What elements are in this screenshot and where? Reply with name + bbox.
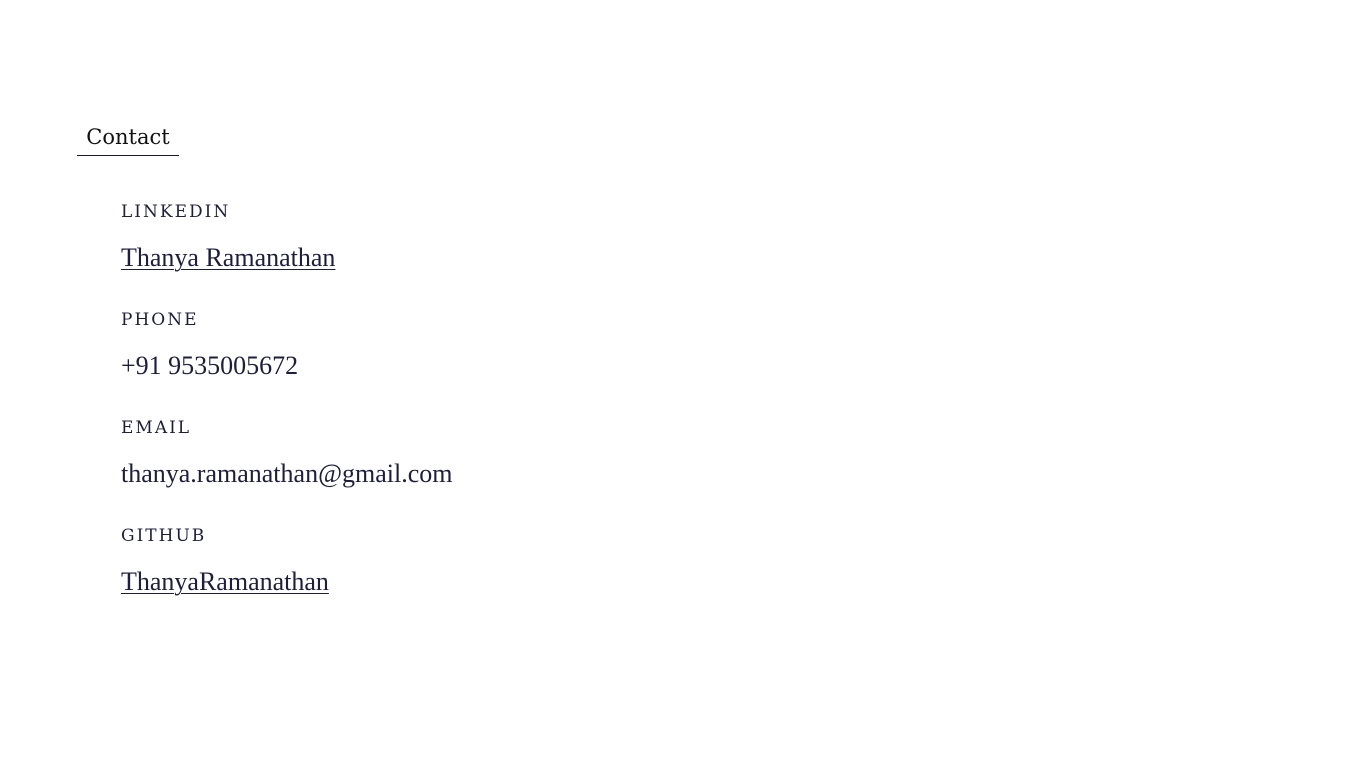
contact-item-phone: PHONE +91 9535005672 [121, 306, 453, 386]
email-value: thanya.ramanathan@gmail.com [121, 459, 453, 488]
linkedin-link[interactable]: Thanya Ramanathan [121, 243, 335, 272]
email-label: EMAIL [121, 418, 192, 438]
contact-page: Contact LINKEDIN Thanya Ramanathan PHONE… [0, 0, 1366, 768]
linkedin-label: LINKEDIN [121, 202, 231, 222]
contact-item-email: EMAIL thanya.ramanathan@gmail.com [121, 414, 453, 494]
contact-item-github: GITHUB ThanyaRamanathan [121, 522, 453, 602]
linkedin-value: Thanya Ramanathan [121, 238, 453, 278]
github-label: GITHUB [121, 526, 207, 546]
phone-value: +91 9535005672 [121, 351, 299, 380]
phone-label: PHONE [121, 310, 199, 330]
github-link[interactable]: ThanyaRamanathan [121, 567, 329, 596]
contact-item-linkedin: LINKEDIN Thanya Ramanathan [121, 198, 453, 278]
github-value: ThanyaRamanathan [121, 562, 453, 602]
contact-list: LINKEDIN Thanya Ramanathan PHONE +91 953… [121, 198, 453, 630]
contact-section-title: Contact [77, 120, 179, 156]
